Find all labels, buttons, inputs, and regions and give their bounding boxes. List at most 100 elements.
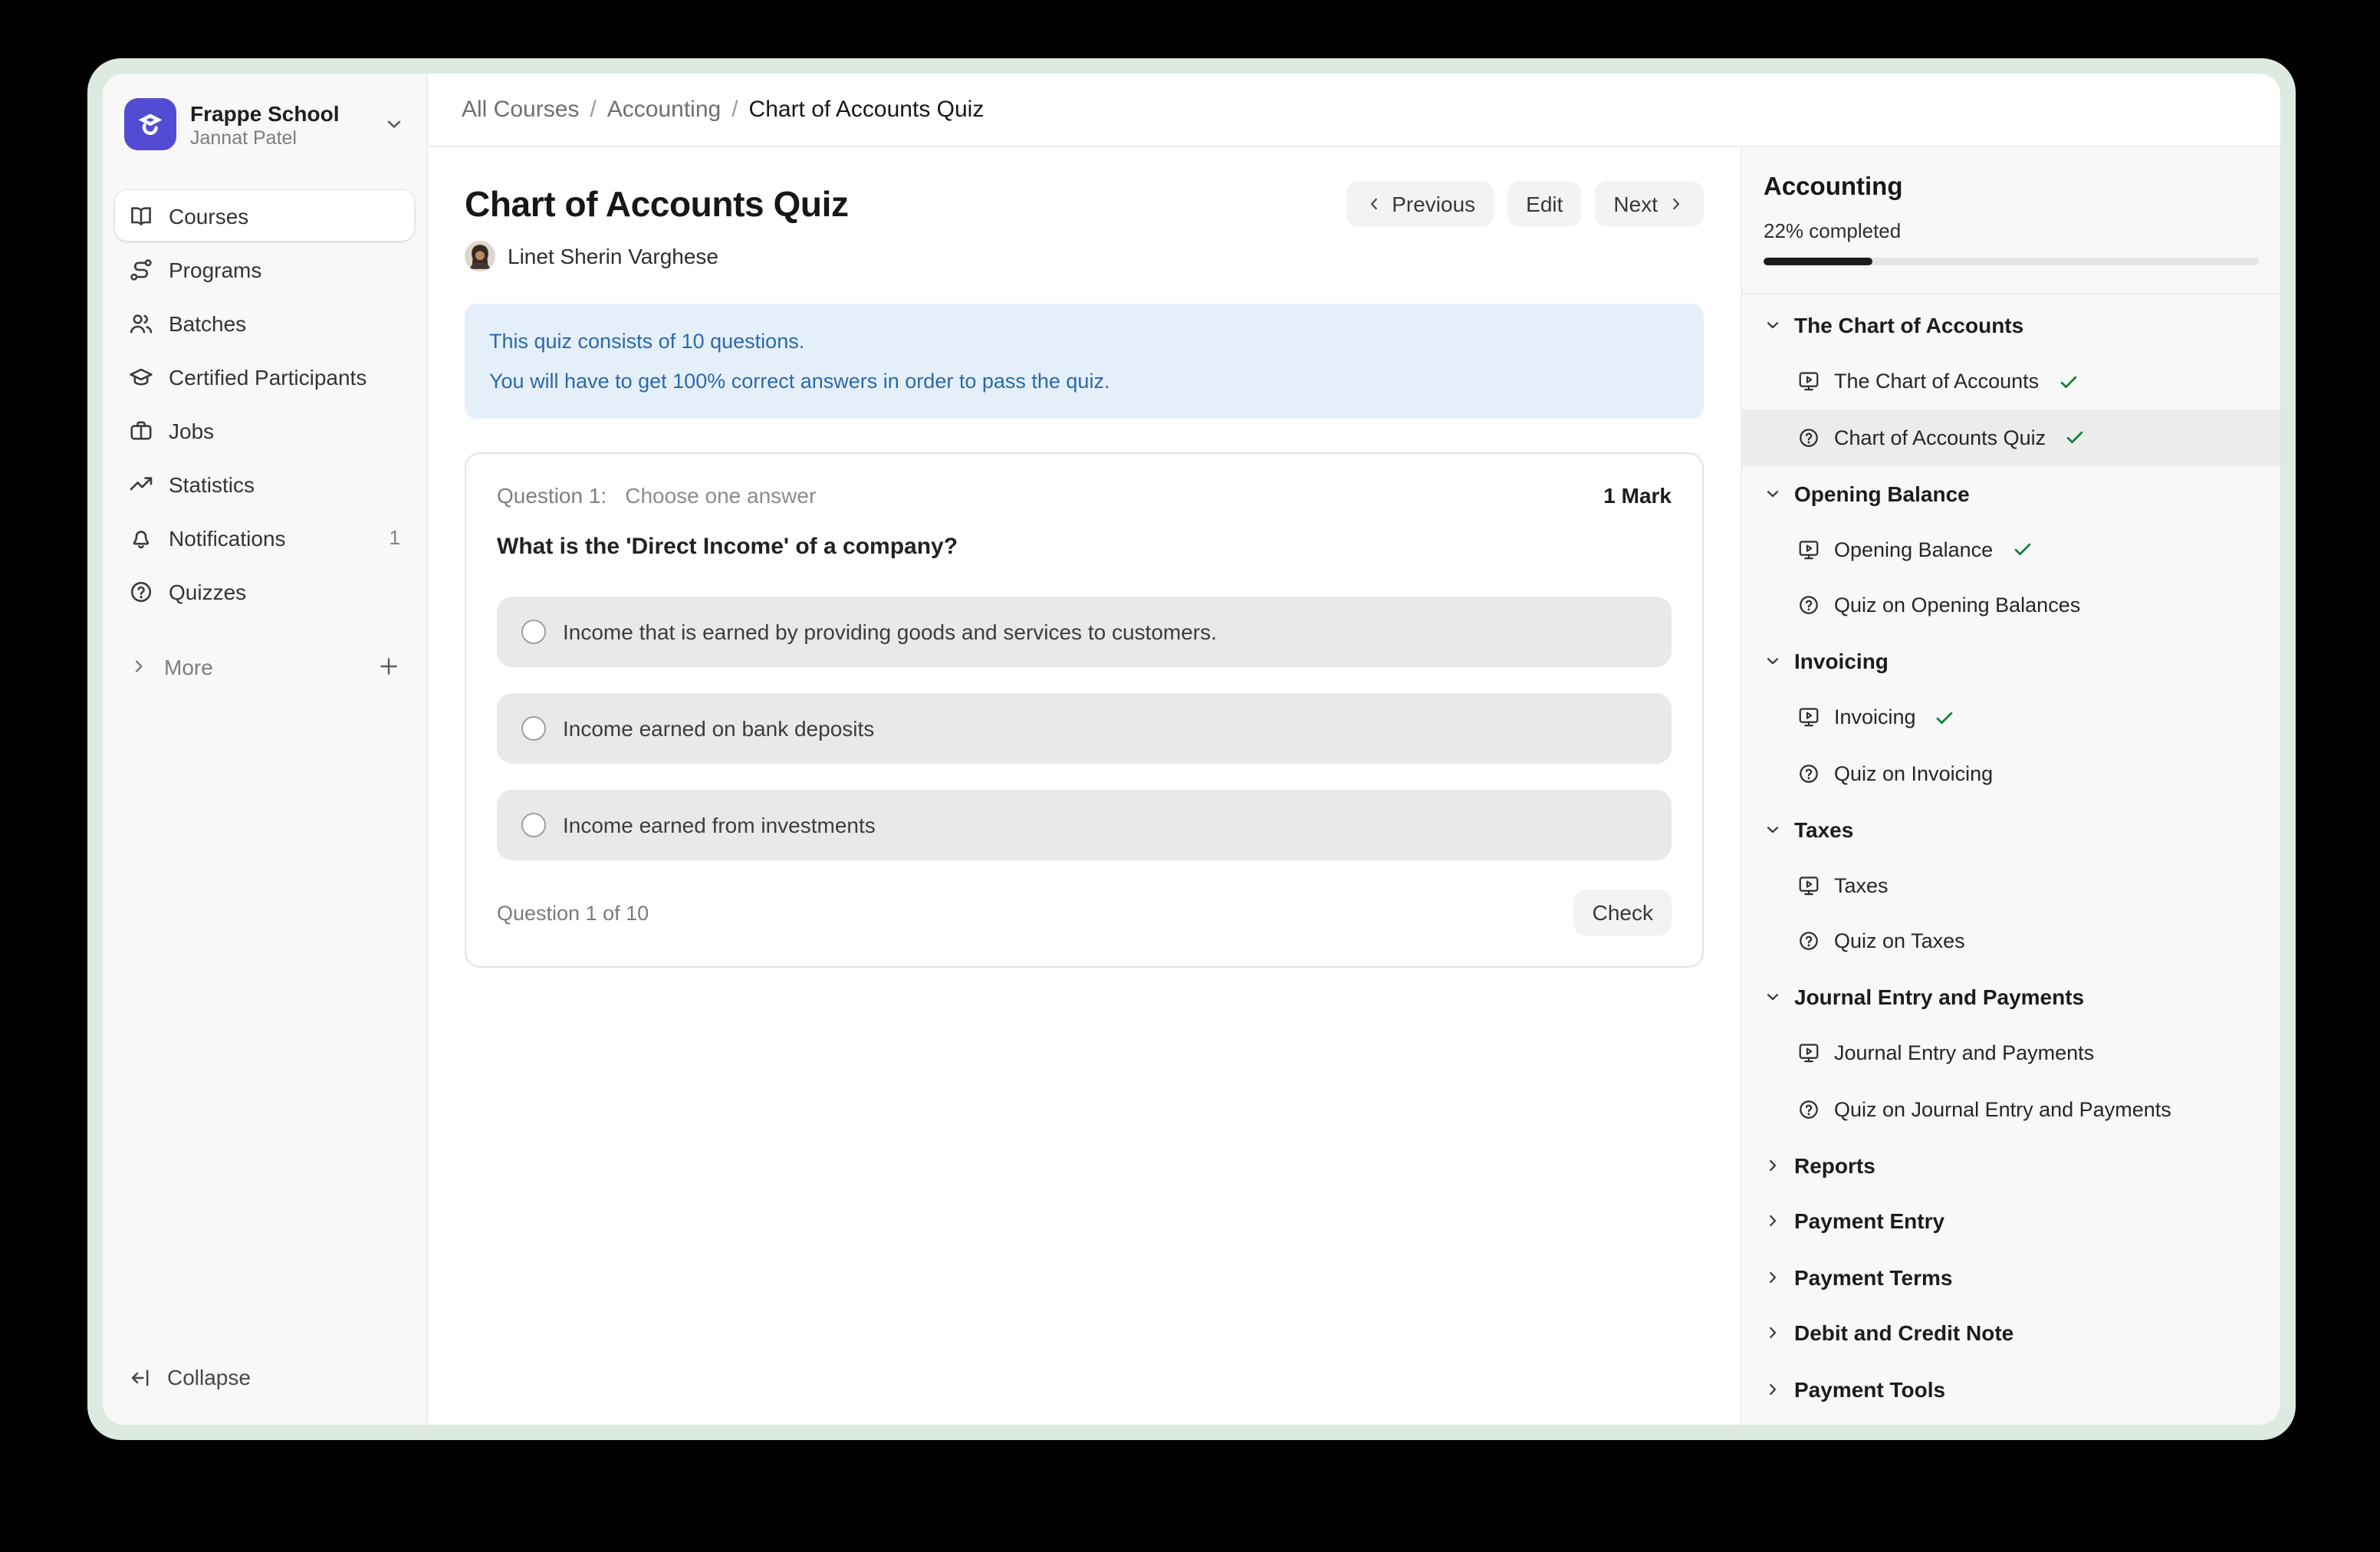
sidebar-item-label: Programs <box>169 257 261 281</box>
answer-option-3[interactable]: Income earned from investments <box>497 791 1672 861</box>
author-name: Linet Sherin Varghese <box>508 244 718 268</box>
outline-item-chart-of-accounts-quiz[interactable]: Chart of Accounts Quiz <box>1742 409 2280 465</box>
quiz-icon <box>1797 594 1820 617</box>
outline-section-reports[interactable]: Reports <box>1742 1137 2280 1193</box>
plus-icon[interactable] <box>377 655 400 678</box>
outline-section-opening-balance[interactable]: Opening Balance <box>1742 465 2280 521</box>
chevron-right-icon <box>1764 1212 1782 1231</box>
lesson-label: Quiz on Journal Entry and Payments <box>1834 1098 2171 1121</box>
outline-item-quiz-on-journal-entry-and-payments[interactable]: Quiz on Journal Entry and Payments <box>1742 1081 2280 1137</box>
graduation-cap-logo-icon <box>133 107 167 141</box>
route-icon <box>129 257 153 281</box>
video-lesson-icon <box>1797 706 1820 729</box>
outline-item-opening-balance[interactable]: Opening Balance <box>1742 521 2280 577</box>
check-icon <box>1935 707 1956 728</box>
answer-option-2[interactable]: Income earned on bank deposits <box>497 694 1672 764</box>
chevron-right-icon <box>129 656 149 676</box>
section-title: Payment Terms <box>1794 1265 1952 1290</box>
app-window: Frappe School Jannat Patel Courses Progr… <box>103 74 2280 1425</box>
outline-item-journal-entry-and-payments[interactable]: Journal Entry and Payments <box>1742 1025 2280 1081</box>
sidebar-item-label: Jobs <box>169 418 214 442</box>
breadcrumb-separator: / <box>590 96 596 122</box>
right-column: All Courses/Accounting/Chart of Accounts… <box>428 74 2280 1425</box>
outline-item-quiz-on-taxes[interactable]: Quiz on Taxes <box>1742 913 2280 969</box>
breadcrumb-accounting[interactable]: Accounting <box>607 96 721 122</box>
collapse-sidebar-button[interactable]: Collapse <box>115 1351 414 1403</box>
radio-button[interactable] <box>521 620 546 645</box>
lesson-label: Quiz on Taxes <box>1834 930 1965 953</box>
chevron-right-icon <box>1667 195 1685 213</box>
school-switcher[interactable]: Frappe School Jannat Patel <box>115 89 414 159</box>
school-name: Frappe School <box>190 100 370 125</box>
sidebar-item-label: Notifications <box>169 525 286 550</box>
check-icon <box>2011 539 2033 561</box>
course-progress-bar <box>1764 258 2259 265</box>
question-text: What is the 'Direct Income' of a company… <box>497 534 1672 561</box>
sidebar-item-statistics[interactable]: Statistics <box>115 459 414 509</box>
app-window-frame: Frappe School Jannat Patel Courses Progr… <box>87 58 2296 1440</box>
next-button[interactable]: Next <box>1595 181 1704 227</box>
section-title: Debit and Credit Note <box>1794 1321 2013 1346</box>
course-title: Accounting <box>1764 173 2259 202</box>
outline-section-payment-entry[interactable]: Payment Entry <box>1742 1193 2280 1249</box>
section-title: Opening Balance <box>1794 482 1970 506</box>
chevron-down-icon <box>1764 317 1782 335</box>
chevron-down-icon <box>1764 485 1782 503</box>
chevron-down-icon <box>1764 653 1782 671</box>
quiz-icon <box>1797 930 1820 953</box>
outline-section-payment-terms[interactable]: Payment Terms <box>1742 1249 2280 1305</box>
question-number-label: Question 1: <box>497 484 607 508</box>
answer-option-label: Income earned on bank deposits <box>563 717 874 741</box>
sidebar-item-more[interactable]: More <box>115 641 414 692</box>
outline-item-quiz-on-opening-balances[interactable]: Quiz on Opening Balances <box>1742 577 2280 633</box>
lesson-label: Journal Entry and Payments <box>1834 1042 2094 1065</box>
video-lesson-icon <box>1797 538 1820 561</box>
check-icon <box>2064 427 2086 449</box>
user-name: Jannat Patel <box>190 127 370 148</box>
lesson-label: Opening Balance <box>1834 538 1993 561</box>
lesson-label: Quiz on Invoicing <box>1834 762 1993 785</box>
course-outline-panel: Accounting 22% completed The Chart of Ac… <box>1741 147 2280 1425</box>
edit-button[interactable]: Edit <box>1507 181 1581 227</box>
lesson-label: Invoicing <box>1834 706 1916 729</box>
outline-item-quiz-on-invoicing[interactable]: Quiz on Invoicing <box>1742 745 2280 801</box>
sidebar-item-courses[interactable]: Courses <box>115 190 414 241</box>
section-title: Payment Tools <box>1794 1377 1945 1402</box>
breadcrumb: All Courses/Accounting/Chart of Accounts… <box>462 96 984 123</box>
sidebar-item-programs[interactable]: Programs <box>115 244 414 294</box>
check-button[interactable]: Check <box>1574 890 1672 936</box>
outline-section-journal-entry-and-payments[interactable]: Journal Entry and Payments <box>1742 969 2280 1025</box>
outline-section-debit-and-credit-note[interactable]: Debit and Credit Note <box>1742 1305 2280 1361</box>
sidebar-item-certified-participants[interactable]: Certified Participants <box>115 351 414 402</box>
question-header: Question 1: Choose one answer 1 Mark <box>497 484 1672 508</box>
outline-item-taxes[interactable]: Taxes <box>1742 857 2280 913</box>
sidebar-item-jobs[interactable]: Jobs <box>115 405 414 455</box>
breadcrumb-all-courses[interactable]: All Courses <box>462 96 579 122</box>
sidebar: Frappe School Jannat Patel Courses Progr… <box>103 74 428 1425</box>
outline-item-invoicing[interactable]: Invoicing <box>1742 689 2280 745</box>
radio-button[interactable] <box>521 717 546 741</box>
check-icon <box>2057 371 2079 393</box>
previous-button[interactable]: Previous <box>1346 181 1494 227</box>
section-title: Journal Entry and Payments <box>1794 985 2084 1010</box>
screen: Frappe School Jannat Patel Courses Progr… <box>0 0 2380 1552</box>
question-footer: Question 1 of 10 Check <box>497 890 1672 936</box>
outline-section-taxes[interactable]: Taxes <box>1742 801 2280 857</box>
radio-button[interactable] <box>521 814 546 838</box>
outline-section-payment-tools[interactable]: Payment Tools <box>1742 1361 2280 1417</box>
sidebar-item-notifications[interactable]: Notifications 1 <box>115 512 414 563</box>
breadcrumb-chart-of-accounts-quiz: Chart of Accounts Quiz <box>749 96 985 122</box>
frappe-school-logo <box>124 98 176 150</box>
quiz-author-row: Linet Sherin Varghese <box>465 241 1704 271</box>
school-switcher-text: Frappe School Jannat Patel <box>190 100 370 148</box>
sidebar-item-batches[interactable]: Batches <box>115 298 414 348</box>
sidebar-nav: Courses Programs Batches Certified Parti… <box>115 190 414 617</box>
answer-option-1[interactable]: Income that is earned by providing goods… <box>497 597 1672 668</box>
sidebar-item-label: Courses <box>169 203 248 228</box>
more-label: More <box>164 654 213 679</box>
outline-section-the-chart-of-accounts[interactable]: The Chart of Accounts <box>1742 298 2280 353</box>
sidebar-item-quizzes[interactable]: Quizzes <box>115 566 414 617</box>
outline-section-invoicing[interactable]: Invoicing <box>1742 633 2280 689</box>
outline-item-the-chart-of-accounts[interactable]: The Chart of Accounts <box>1742 353 2280 409</box>
users-icon <box>129 311 153 335</box>
